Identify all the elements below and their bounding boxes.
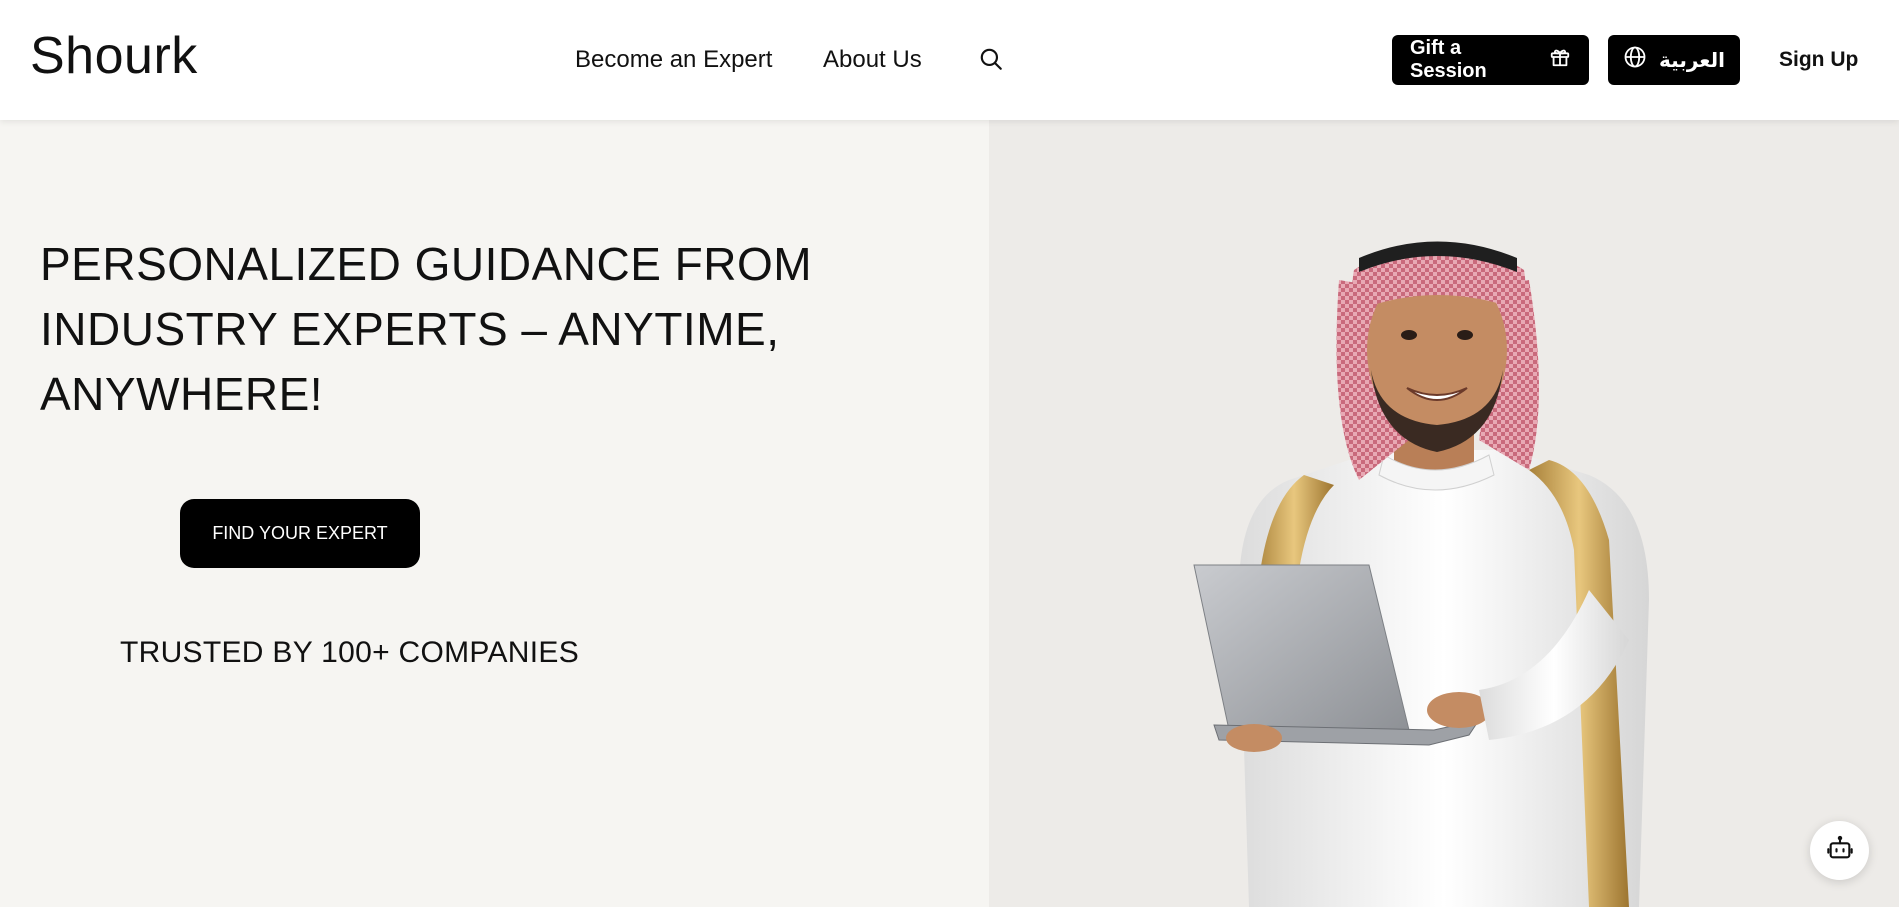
sign-up-link[interactable]: Sign Up bbox=[1779, 48, 1858, 72]
hero-title-line-1: PERSONALIZED GUIDANCE FROM bbox=[40, 238, 813, 290]
nav-about-us[interactable]: About Us bbox=[823, 46, 922, 74]
nav-become-expert[interactable]: Become an Expert bbox=[575, 46, 772, 74]
gift-icon bbox=[1549, 46, 1571, 74]
chatbot-button[interactable] bbox=[1810, 821, 1869, 880]
language-label: العربية bbox=[1659, 49, 1725, 72]
robot-icon bbox=[1826, 834, 1854, 867]
language-toggle-button[interactable]: العربية bbox=[1608, 35, 1740, 85]
site-header: Shourk Become an Expert About Us Gift a … bbox=[0, 0, 1899, 120]
hero-title-line-2: INDUSTRY EXPERTS – ANYTIME, bbox=[40, 303, 780, 355]
gift-session-label: Gift a Session bbox=[1410, 37, 1487, 82]
hero-title-line-3: ANYWHERE! bbox=[40, 368, 324, 420]
globe-icon bbox=[1623, 45, 1647, 75]
hero-title: PERSONALIZED GUIDANCE FROM INDUSTRY EXPE… bbox=[40, 232, 820, 427]
gift-session-button[interactable]: Gift a Session bbox=[1392, 35, 1589, 85]
hero-right-panel bbox=[989, 120, 1899, 907]
search-icon[interactable] bbox=[978, 46, 1008, 76]
expert-with-laptop-image bbox=[1193, 241, 1649, 907]
find-your-expert-button[interactable]: FIND YOUR EXPERT bbox=[180, 499, 420, 568]
trusted-by-text: TRUSTED BY 100+ COMPANIES bbox=[120, 636, 580, 669]
site-logo[interactable]: Shourk bbox=[30, 27, 198, 85]
